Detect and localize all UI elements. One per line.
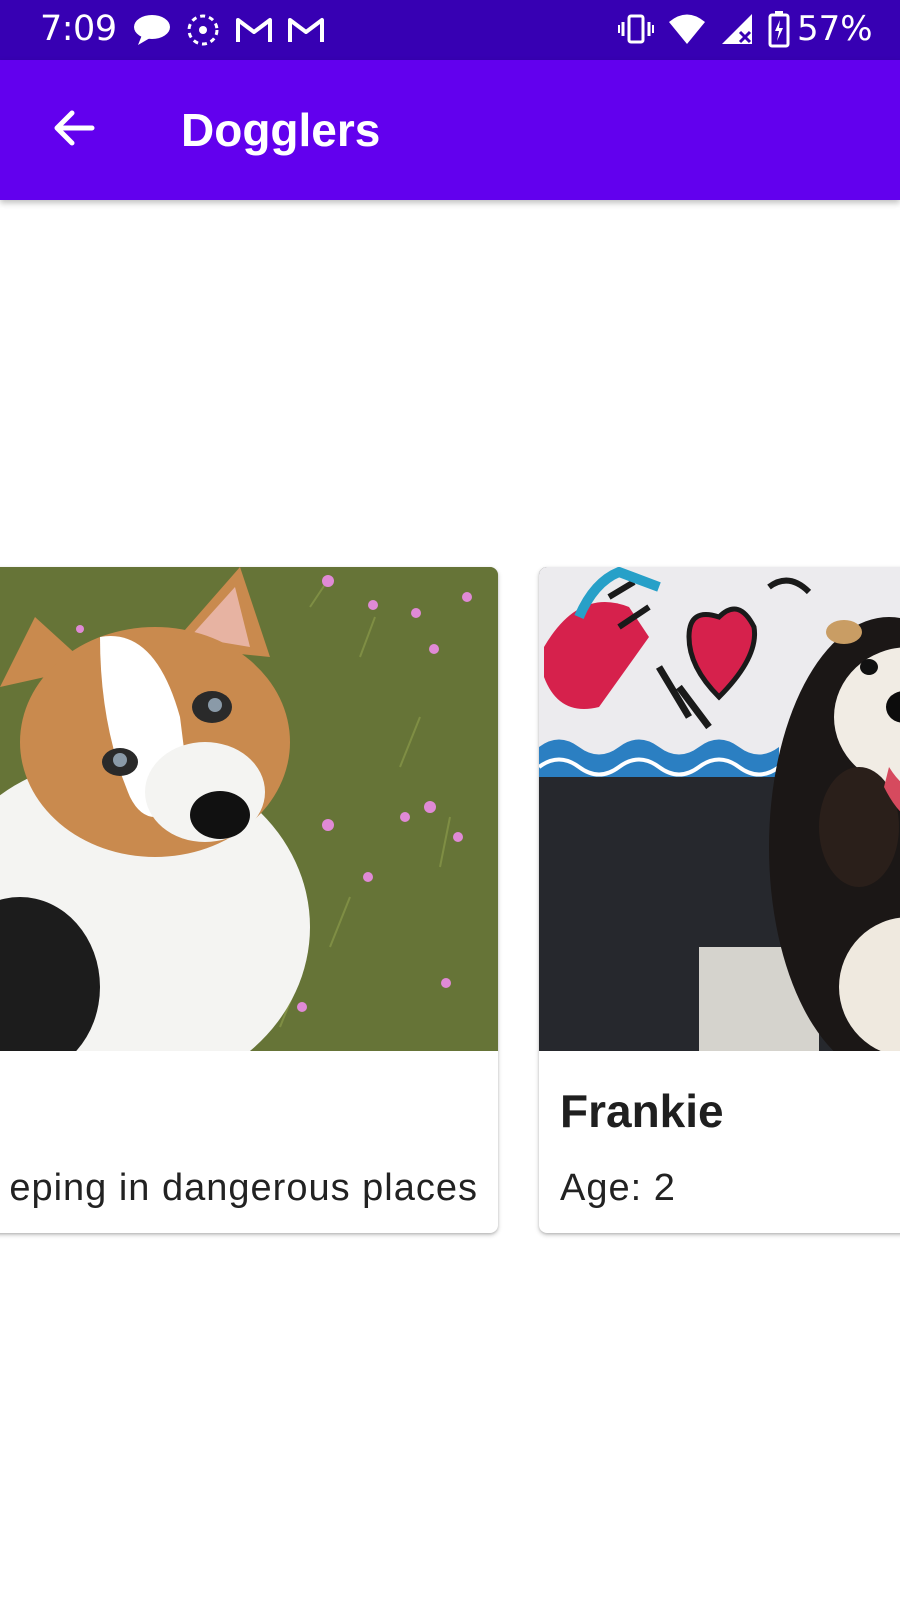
vibrate-icon (618, 11, 654, 52)
gmail-icon (286, 14, 326, 51)
wifi-icon (668, 13, 706, 50)
page-title: Dogglers (181, 104, 381, 156)
bernedoodle-photo (539, 567, 900, 1051)
chat-bubble-icon (132, 13, 172, 52)
dog-hobbies: eping in dangerous places (9, 1167, 478, 1209)
status-time: 7:09 (40, 9, 117, 49)
battery-charging-icon (768, 10, 790, 53)
signal-icon (720, 12, 754, 51)
back-button[interactable] (44, 100, 104, 160)
battery-percentage: 57% (797, 9, 873, 49)
app-bar: Dogglers (0, 60, 900, 200)
arrow-back-icon (52, 108, 96, 153)
notification-icons (132, 11, 326, 54)
canvas-icon (184, 11, 222, 54)
dog-name: Frankie (560, 1085, 724, 1137)
dog-card[interactable]: Frankie Age: 2 (539, 567, 900, 1233)
system-icons (618, 10, 790, 53)
status-bar: 7:09 57% (0, 0, 900, 60)
dog-age: Age: 2 (560, 1167, 676, 1209)
dog-card[interactable]: eping in dangerous places (0, 567, 498, 1233)
corgi-photo (0, 567, 498, 1051)
gmail-icon (234, 14, 274, 51)
